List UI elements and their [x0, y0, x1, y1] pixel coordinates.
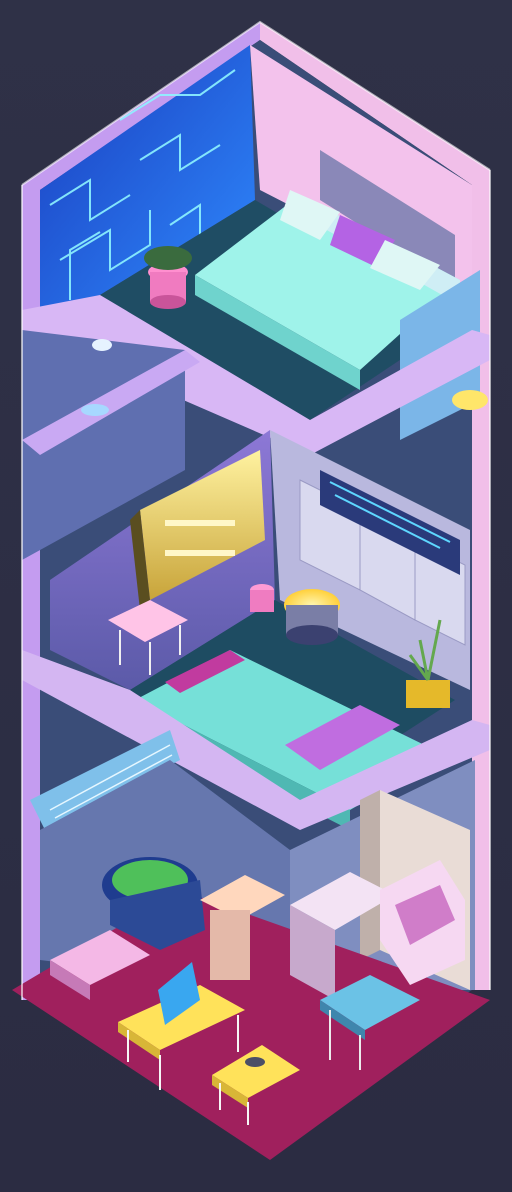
lamp-icon — [284, 589, 340, 645]
isometric-room-illustration — [0, 0, 512, 1192]
isometric-building-cutaway — [0, 0, 512, 1192]
plant-pot-icon — [144, 246, 192, 309]
stool-icon — [250, 584, 274, 612]
lamp-icon — [452, 390, 488, 410]
